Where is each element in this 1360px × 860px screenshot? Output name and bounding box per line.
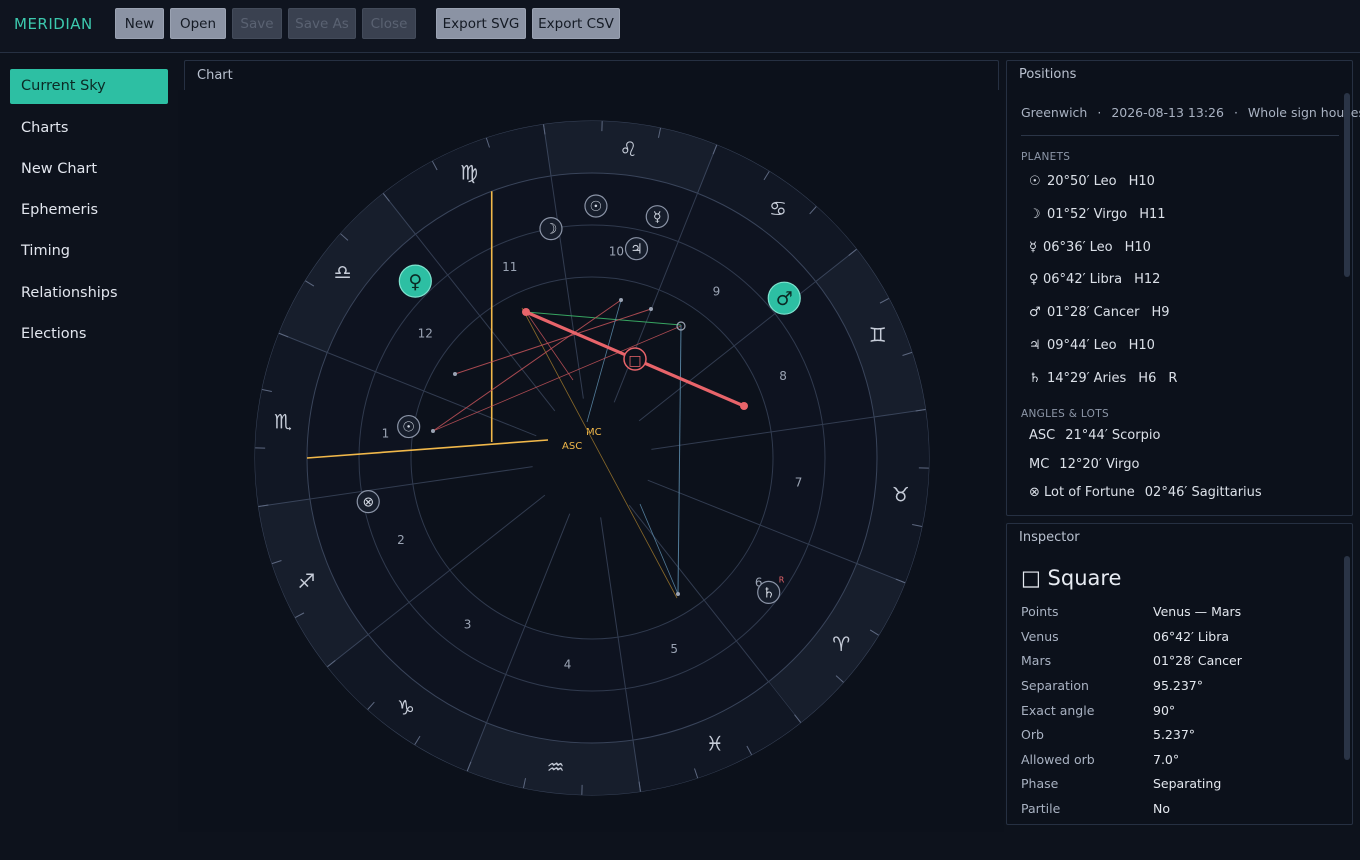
house-number: 10	[609, 244, 624, 258]
sidebar: Current Sky Charts New Chart Ephemeris T…	[0, 53, 177, 860]
moon-icon: ☽	[1029, 207, 1041, 222]
sidebar-item-ephemeris[interactable]: Ephemeris	[10, 193, 168, 228]
sidebar-item-charts[interactable]: Charts	[10, 111, 168, 146]
divider	[1021, 135, 1339, 136]
angle-row-lot-of-fortune[interactable]: ⊗ Lot of Fortune 02°46′ Sagittarius	[1029, 485, 1262, 500]
sign-glyph-aries: ♈	[832, 632, 850, 656]
sidebar-item-current-sky[interactable]: Current Sky	[10, 69, 168, 104]
inspector-panel: Inspector □ Square Points Venus — Mars Ve…	[1006, 523, 1353, 825]
square-endpoint	[522, 308, 530, 316]
sun-icon: ☉	[590, 199, 603, 215]
top-toolbar: MERIDIAN New Open Save Save As Close Exp…	[0, 0, 1360, 53]
chart-area: ♈ ♉ ♊ ♋ ♌ ♍ ♎ ♏ ♐ ♑ ♒ ♓ 1 2 3 4 5 6 7 8 9 10 11 12 ASC MC □ ☉ ☽ ☿ ♀ ♂ ♃ ♄…	[178, 90, 1004, 832]
sun-icon: ☉	[1029, 174, 1041, 189]
positions-scrollbar[interactable]	[1344, 93, 1350, 277]
sidebar-item-relationships[interactable]: Relationships	[10, 276, 168, 311]
mercury-icon: ☿	[653, 210, 662, 226]
point-icon: ☉	[402, 420, 415, 436]
angle-row-mc[interactable]: MC 12°20′ Virgo	[1029, 457, 1140, 472]
square-aspect-icon: □	[1021, 566, 1041, 590]
angle-row-asc[interactable]: ASC 21°44′ Scorpio	[1029, 428, 1160, 443]
house-number: 2	[397, 533, 405, 547]
saturn-icon: ♄	[1029, 371, 1041, 386]
sidebar-item-new-chart[interactable]: New Chart	[10, 152, 168, 187]
sign-glyph-libra: ♎	[334, 260, 352, 284]
house-number: 5	[670, 642, 678, 656]
planet-row-mercury[interactable]: ☿ 06°36′ Leo H10	[1029, 240, 1151, 255]
venus-icon: ♀	[408, 271, 422, 293]
inner-ring	[410, 276, 774, 640]
close-button[interactable]: Close	[362, 8, 416, 39]
aspect-endpoint	[431, 429, 435, 433]
mercury-icon: ☿	[1029, 240, 1037, 255]
retrograde-marker: R	[779, 575, 785, 584]
export-csv-button[interactable]: Export CSV	[532, 8, 620, 39]
house-number: 1	[382, 427, 390, 441]
planets-section-header: PLANETS	[1021, 151, 1071, 163]
jupiter-icon: ♃	[630, 242, 643, 258]
asc-label: ASC	[562, 441, 582, 452]
positions-panel: Positions Greenwich · 2026-08-13 13:26 ·…	[1006, 60, 1360, 516]
positions-meta: Greenwich · 2026-08-13 13:26 · Whole sig…	[1021, 105, 1360, 120]
house-number: 3	[464, 618, 472, 632]
planet-row-venus[interactable]: ♀ 06°42′ Libra H12	[1029, 272, 1160, 287]
house-number: 8	[779, 369, 787, 383]
planet-row-jupiter[interactable]: ♃ 09°44′ Leo H10	[1029, 338, 1155, 353]
sign-glyph-scorpio: ♏	[274, 410, 292, 434]
sign-glyph-capricorn: ♑	[397, 695, 415, 719]
chart-panel-header: Chart	[184, 60, 999, 92]
house-number: 7	[795, 475, 803, 489]
mars-icon: ♂	[776, 288, 793, 310]
aspect-endpoint	[619, 298, 623, 302]
sign-glyph-cancer: ♋	[769, 197, 787, 221]
moon-icon: ☽	[545, 222, 558, 238]
chart-panel-title: Chart	[197, 68, 233, 83]
square-aspect-icon: □	[628, 353, 641, 369]
export-svg-button[interactable]: Export SVG	[436, 8, 526, 39]
datetime-text: 2026-08-13 13:26	[1111, 105, 1224, 120]
app-brand: MERIDIAN	[14, 15, 93, 33]
house-number: 11	[502, 260, 517, 274]
save-as-button[interactable]: Save As	[288, 8, 356, 39]
inspector-title: Inspector	[1019, 530, 1080, 545]
house-number: 12	[418, 327, 433, 341]
lot-of-fortune-icon: ⊗	[362, 495, 374, 511]
positions-title: Positions	[1019, 67, 1077, 82]
open-button[interactable]: Open	[170, 8, 226, 39]
sign-glyph-aquarius: ♒	[547, 755, 565, 779]
angles-section-header: ANGLES & LOTS	[1021, 408, 1109, 420]
mars-icon: ♂	[1029, 305, 1041, 320]
inspector-scrollbar[interactable]	[1344, 556, 1350, 760]
sign-glyph-pisces: ♓	[706, 732, 724, 756]
sign-glyph-gemini: ♊	[869, 323, 887, 347]
planet-row-saturn[interactable]: ♄ 14°29′ Aries H6 R	[1029, 371, 1177, 386]
aspect-endpoint	[453, 372, 457, 376]
square-endpoint	[740, 402, 748, 410]
venus-icon: ♀	[1029, 272, 1039, 287]
sidebar-item-timing[interactable]: Timing	[10, 234, 168, 269]
location-text: Greenwich	[1021, 105, 1088, 120]
aspect-endpoint	[649, 307, 653, 311]
house-number: 4	[564, 658, 572, 672]
sign-glyph-virgo: ♍	[460, 160, 478, 184]
house-number: 9	[713, 284, 721, 298]
planet-row-moon[interactable]: ☽ 01°52′ Virgo H11	[1029, 207, 1166, 222]
new-button[interactable]: New	[115, 8, 164, 39]
aspect-endpoint	[676, 592, 680, 596]
chart-wheel[interactable]: ♈♉♊♋♌♍♎♏♐♑♒♓123456789101112ASCMC□☉☽☿♀♂♃♄…	[178, 90, 1004, 832]
retrograde-badge: R	[1168, 371, 1178, 386]
planet-row-sun[interactable]: ☉ 20°50′ Leo H10	[1029, 174, 1155, 189]
saturn-icon: ♄	[762, 585, 775, 601]
planet-row-mars[interactable]: ♂ 01°28′ Cancer H9	[1029, 305, 1170, 320]
save-button[interactable]: Save	[232, 8, 282, 39]
aspect-title: □ Square	[1021, 566, 1122, 590]
sign-glyph-leo: ♌	[619, 137, 637, 161]
sidebar-item-elections[interactable]: Elections	[10, 317, 168, 352]
sign-glyph-sagittarius: ♐	[297, 569, 315, 593]
sign-glyph-taurus: ♉	[892, 482, 910, 506]
jupiter-icon: ♃	[1029, 338, 1041, 353]
